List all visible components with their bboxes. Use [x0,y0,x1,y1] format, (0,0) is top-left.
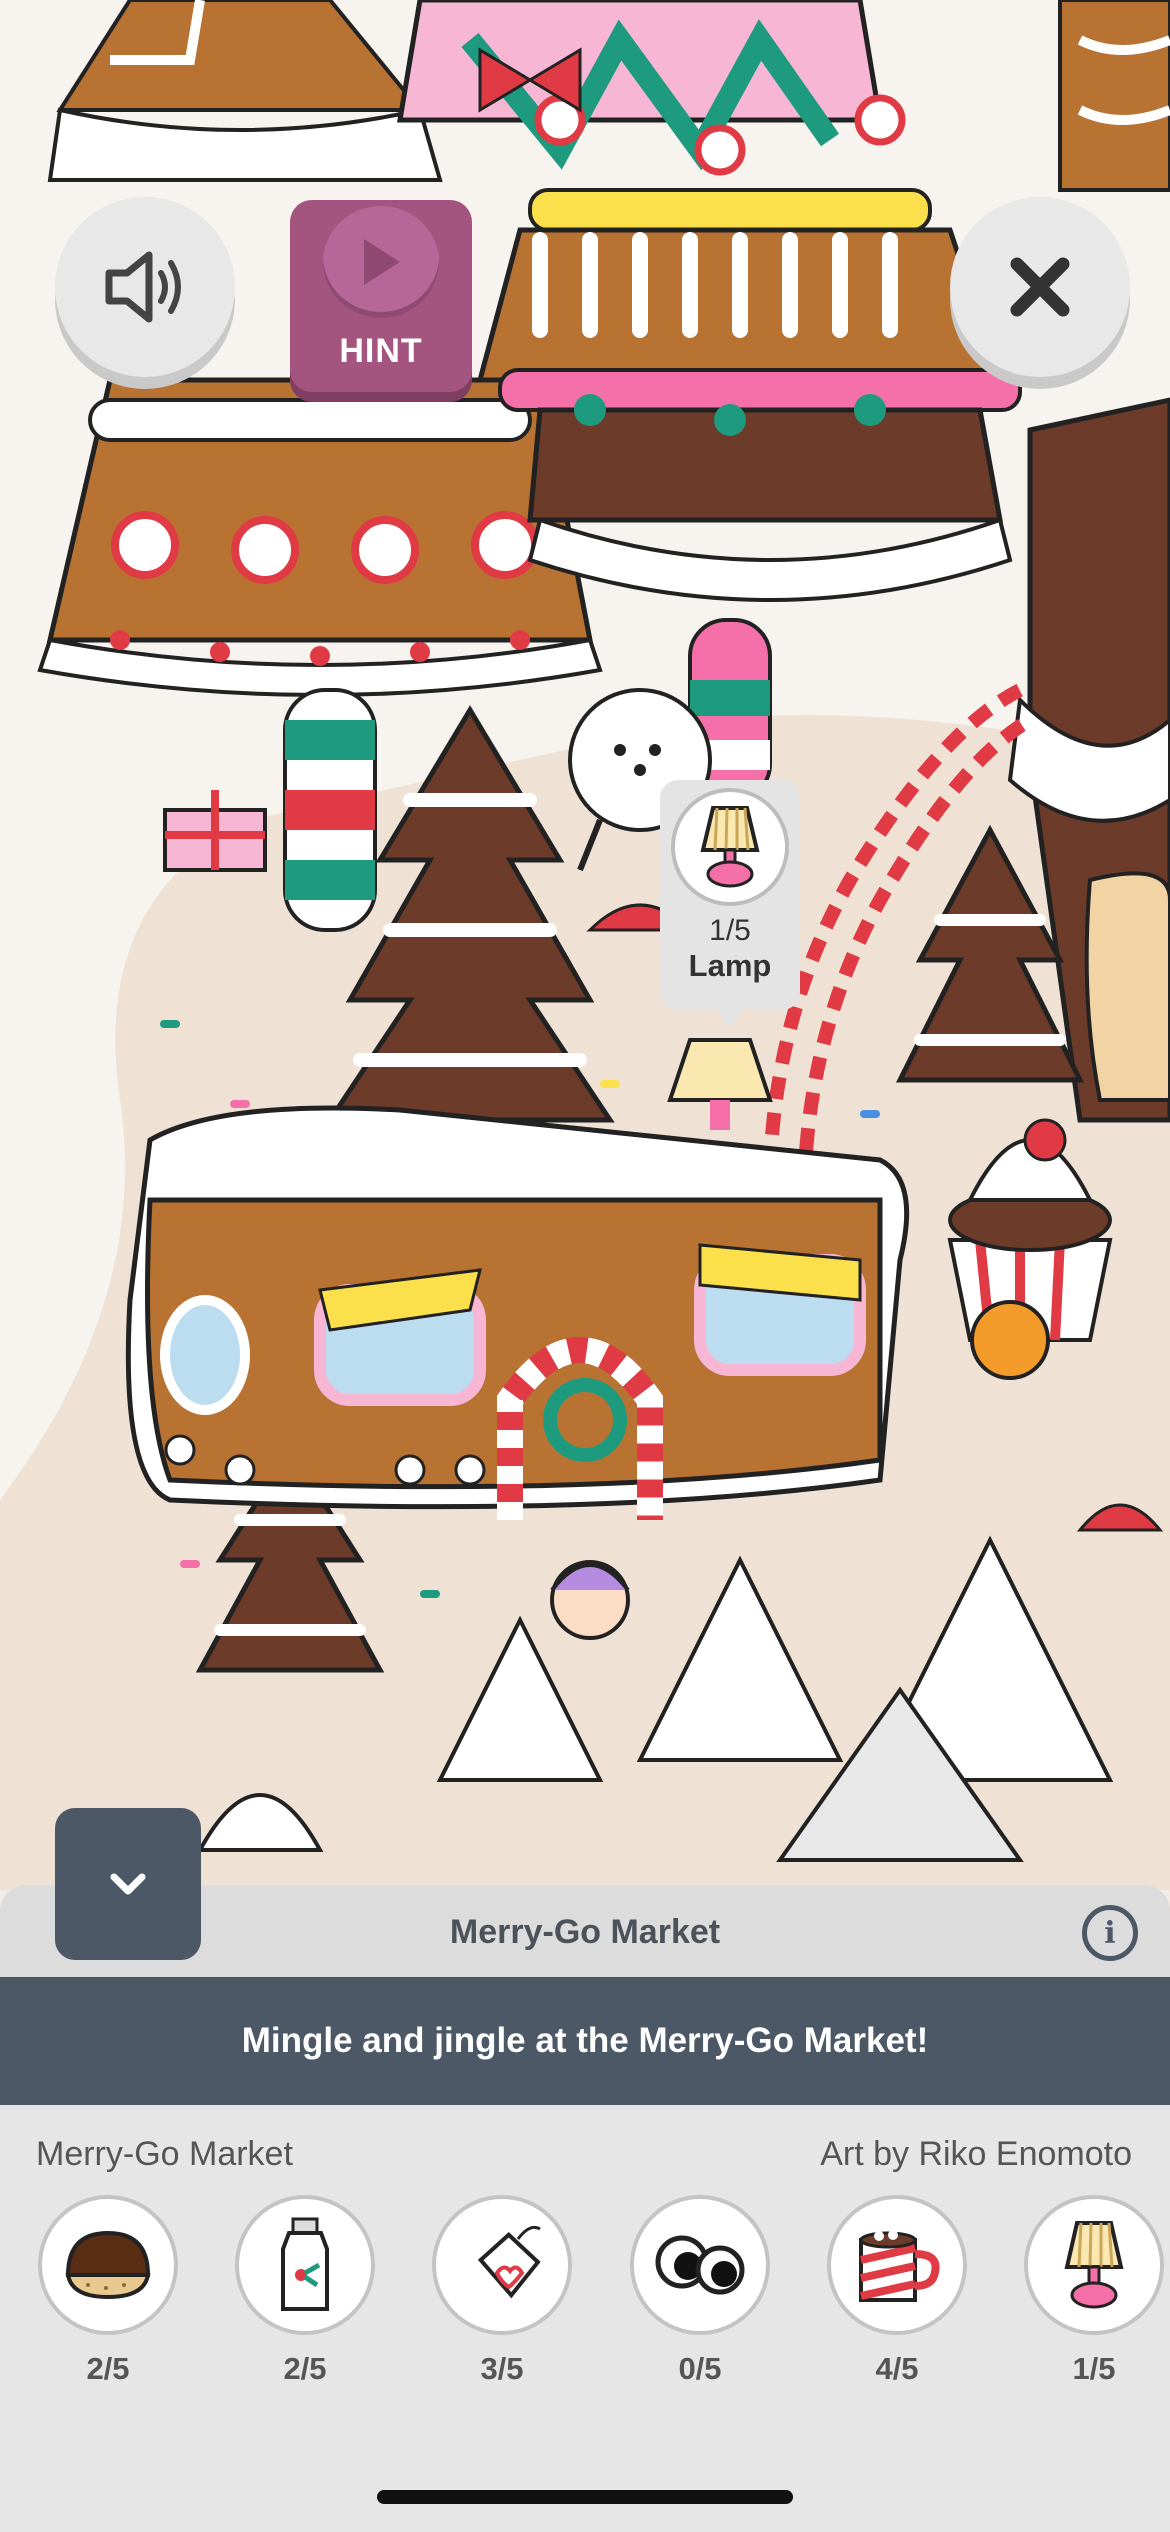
item-count: 0/5 [678,2351,722,2386]
gift-tag-icon [432,2195,572,2335]
play-icon [323,206,439,318]
marker-pointer [714,1006,746,1028]
chestnut-icon [38,2195,178,2335]
candy-stripe-trunk-left [283,688,377,932]
location-banner: Mingle and jingle at the Merry-Go Market… [0,1977,1170,2105]
gingerbread-tree-left [37,377,603,697]
milk-bottle-icon [235,2195,375,2335]
collapse-panel-button[interactable] [55,1808,201,1960]
lamp-icon [1024,2195,1164,2335]
item-count: 2/5 [86,2351,130,2386]
item-googly-eyes[interactable]: 0/5 [630,2195,770,2387]
sound-button[interactable] [55,197,235,377]
location-name: Merry-Go Market [36,2135,293,2173]
gingerbread-caravan-shop [125,1105,910,1520]
lamp-icon [671,788,789,906]
item-count: 3/5 [480,2351,524,2386]
item-count: 1/5 [1072,2351,1116,2386]
item-milk-bottle[interactable]: 2/5 [235,2195,375,2387]
gingerbread-tree-top-right [1058,0,1170,192]
marker-object-name: Lamp [688,948,772,983]
close-button[interactable] [950,197,1130,377]
bottom-panel: Merry-Go Market i Mingle and jingle at t… [0,1885,1170,2532]
chevron-down-icon [110,1873,146,1895]
googly-eyes-icon [630,2195,770,2335]
banner-text: Mingle and jingle at the Merry-Go Market… [241,2021,929,2060]
hint-button[interactable]: HINT [290,200,472,392]
item-count: 4/5 [875,2351,919,2386]
item-chestnut[interactable]: 2/5 [38,2195,178,2387]
item-count: 2/5 [283,2351,327,2386]
hot-cocoa-mug-icon [827,2195,967,2335]
hint-label: HINT [339,332,423,370]
girl-character [550,1560,630,1640]
speaker-icon [105,251,181,323]
found-object-marker: 1/5 Lamp [660,780,800,1010]
close-icon [1010,257,1070,317]
marker-count: 1/5 [709,914,751,947]
info-icon[interactable]: i [1082,1905,1138,1961]
items-to-find-list: 2/5 2/5 3/5 0/5 4/5 1/5 [0,2195,1170,2395]
item-hot-cocoa-mug[interactable]: 4/5 [827,2195,967,2387]
item-lamp[interactable]: 1/5 [1024,2195,1164,2387]
item-gift-tag[interactable]: 3/5 [432,2195,572,2387]
info-glyph: i [1104,1915,1116,1951]
artist-credit: Art by Riko Enomoto [820,2135,1132,2173]
home-indicator[interactable] [377,2490,793,2504]
